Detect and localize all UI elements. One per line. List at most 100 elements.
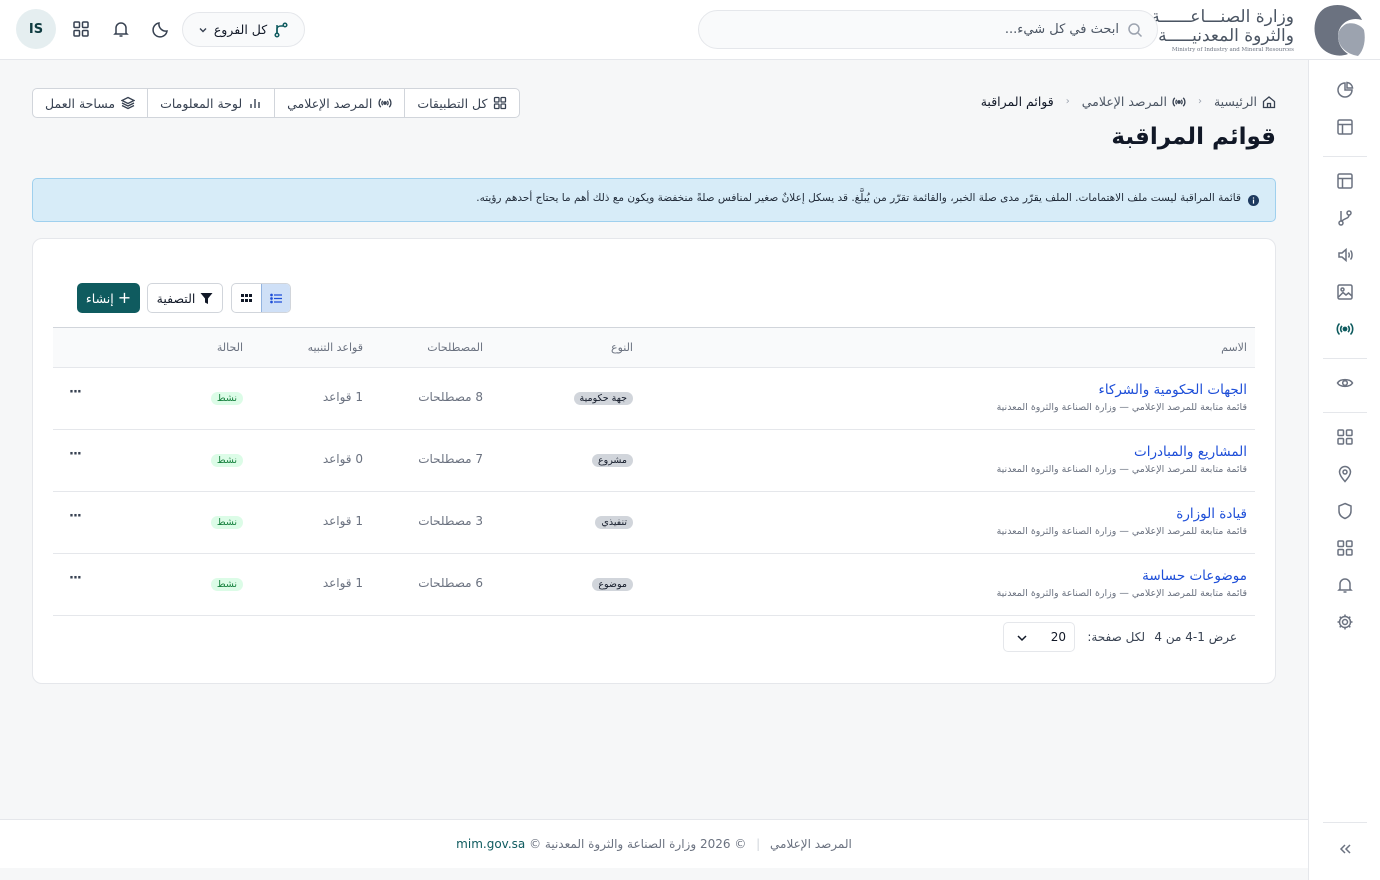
- table-row[interactable]: موضوعات حساسة قائمة متابعة للمرصد الإعلا…: [53, 554, 1255, 616]
- bell-icon: [113, 22, 129, 37]
- list-view-button[interactable]: [261, 284, 290, 312]
- status-badge: نشط: [210, 516, 243, 529]
- row-actions-button[interactable]: ···: [69, 385, 82, 400]
- media-monitor-button[interactable]: المرصد الإعلامي: [274, 89, 404, 117]
- main-content: مساحة العمل لوحة المعلومات المرصد الإعلا…: [0, 60, 1308, 820]
- breadcrumb-separator-icon: ‹: [1197, 96, 1202, 107]
- terms-count: 8 مصطلحات: [418, 390, 483, 404]
- create-button[interactable]: + إنشاء: [77, 283, 140, 313]
- column-terms-header[interactable]: المصطلحات: [427, 341, 483, 354]
- pie-chart-icon: [1337, 81, 1354, 98]
- breadcrumb-home[interactable]: الرئيسية: [1214, 94, 1276, 109]
- shield-icon: [1338, 502, 1352, 520]
- branch-selector[interactable]: كل الفروع: [182, 12, 305, 47]
- row-name-link[interactable]: الجهات الحكومية والشركاء: [1098, 382, 1247, 398]
- map-pin-icon: [1338, 465, 1352, 483]
- layout-icon: [1337, 173, 1353, 189]
- chevron-down-icon: [199, 27, 207, 32]
- layout-icon: [1337, 119, 1353, 135]
- rail-security-button[interactable]: [1334, 500, 1356, 522]
- row-name-link[interactable]: موضوعات حساسة: [1142, 568, 1247, 584]
- footer: المرصد الإعلامي | © 2026 وزارة الصناعة و…: [0, 819, 1308, 868]
- rail-settings-button[interactable]: [1334, 611, 1356, 633]
- column-name-header[interactable]: الاسم: [1221, 341, 1247, 354]
- row-actions-button[interactable]: ···: [69, 447, 82, 462]
- broadcast-icon: [378, 98, 392, 108]
- column-rules-header[interactable]: قواعد التنبيه: [308, 341, 363, 354]
- moon-icon: [152, 22, 168, 38]
- search-input[interactable]: [719, 11, 1119, 48]
- create-label: إنشاء: [85, 290, 114, 306]
- dashboard-button[interactable]: لوحة المعلومات: [147, 89, 274, 117]
- row-name-link[interactable]: قيادة الوزارة: [1176, 506, 1247, 522]
- per-page-value: 20: [1050, 630, 1066, 644]
- speaker-icon: [1338, 247, 1353, 263]
- rail-watch-button[interactable]: [1334, 372, 1356, 394]
- rail-modules-button[interactable]: [1334, 537, 1356, 559]
- app-switcher: مساحة العمل لوحة المعلومات المرصد الإعلا…: [32, 88, 521, 118]
- info-icon: [1248, 195, 1259, 206]
- branch-icon: [274, 21, 288, 38]
- column-type-header[interactable]: النوع: [611, 341, 633, 354]
- bell-icon: [1337, 578, 1353, 593]
- row-actions-button[interactable]: ···: [69, 509, 82, 524]
- rail-analytics-button[interactable]: [1334, 79, 1356, 101]
- breadcrumb-current: قوائم المراقبة: [980, 94, 1054, 109]
- rail-layout-button[interactable]: [1334, 116, 1356, 138]
- grid-icon: [1337, 429, 1353, 445]
- ministry-logo[interactable]: وزارة الصنـــاعــــــة والثروة المعدنيــ…: [1151, 2, 1366, 58]
- rail-divider: [1323, 358, 1367, 359]
- layers-icon: [121, 96, 136, 110]
- row-name-link[interactable]: المشاريع والمبادرات: [1134, 444, 1247, 460]
- rail-media-button[interactable]: [1334, 281, 1356, 303]
- per-page-select[interactable]: 20: [1003, 622, 1075, 652]
- breadcrumb-section-label: المرصد الإعلامي: [1081, 94, 1167, 109]
- row-subtitle: قائمة متابعة للمرصد الإعلامي — وزارة الص…: [996, 526, 1247, 537]
- breadcrumb-section[interactable]: المرصد الإعلامي: [1082, 94, 1186, 109]
- search-icon: [1128, 23, 1143, 38]
- footer-link[interactable]: mim.gov.sa: [456, 837, 525, 851]
- workspace-label: مساحة العمل: [45, 95, 116, 111]
- rail-apps-button[interactable]: [1334, 426, 1356, 448]
- rail-alerts-button[interactable]: [1334, 574, 1356, 596]
- gear-icon: [1337, 614, 1353, 630]
- grid-icon: [73, 21, 89, 37]
- watchlists-table: الاسم النوع المصطلحات قواعد التنبيه الحا…: [53, 327, 1255, 616]
- info-alert: قائمة المراقبة ليست ملف الاهتمامات. المل…: [32, 178, 1276, 222]
- rail-panels-button[interactable]: [1334, 170, 1356, 192]
- rail-locations-button[interactable]: [1334, 463, 1356, 485]
- table-row[interactable]: الجهات الحكومية والشركاء قائمة متابعة لل…: [53, 368, 1255, 430]
- chevrons-left-icon: [1339, 844, 1351, 854]
- branch-label: كل الفروع: [213, 22, 268, 37]
- rules-count: 1 قواعد: [322, 514, 363, 528]
- footer-separator: |: [756, 837, 761, 851]
- row-subtitle: قائمة متابعة للمرصد الإعلامي — وزارة الص…: [996, 588, 1247, 599]
- pagination: عرض 1-4 من 4 لكل صفحة: 20: [1003, 622, 1237, 652]
- user-avatar[interactable]: IS: [16, 9, 56, 49]
- table-header: الاسم النوع المصطلحات قواعد التنبيه الحا…: [53, 327, 1255, 368]
- filter-button[interactable]: التصفية: [147, 283, 223, 313]
- apps-button[interactable]: [70, 18, 92, 40]
- all-apps-button[interactable]: كل التطبيقات: [404, 89, 519, 117]
- status-badge: نشط: [210, 578, 243, 591]
- theme-toggle-button[interactable]: [150, 18, 172, 40]
- per-page-label: لكل صفحة:: [1087, 630, 1145, 644]
- collapse-rail-button[interactable]: [1334, 838, 1356, 860]
- eye-icon: [1336, 378, 1354, 388]
- bar-chart-icon: [250, 99, 260, 108]
- rail-branches-button[interactable]: [1334, 207, 1356, 229]
- filter-icon: [200, 292, 213, 304]
- logo-text-line1: وزارة الصنـــاعــــــة: [1151, 7, 1294, 27]
- rail-media-monitor-button[interactable]: [1334, 318, 1356, 340]
- workspace-button[interactable]: مساحة العمل: [33, 89, 147, 117]
- table-row[interactable]: المشاريع والمبادرات قائمة متابعة للمرصد …: [53, 430, 1255, 492]
- status-badge: نشط: [210, 392, 243, 405]
- grid-view-button[interactable]: [232, 284, 261, 312]
- column-status-header[interactable]: الحالة: [217, 341, 243, 354]
- git-branch-icon: [1338, 210, 1352, 226]
- notifications-button[interactable]: [110, 18, 132, 40]
- list-icon: [269, 293, 282, 303]
- table-row[interactable]: قيادة الوزارة قائمة متابعة للمرصد الإعلا…: [53, 492, 1255, 554]
- row-actions-button[interactable]: ···: [69, 571, 82, 586]
- rail-announcements-button[interactable]: [1334, 244, 1356, 266]
